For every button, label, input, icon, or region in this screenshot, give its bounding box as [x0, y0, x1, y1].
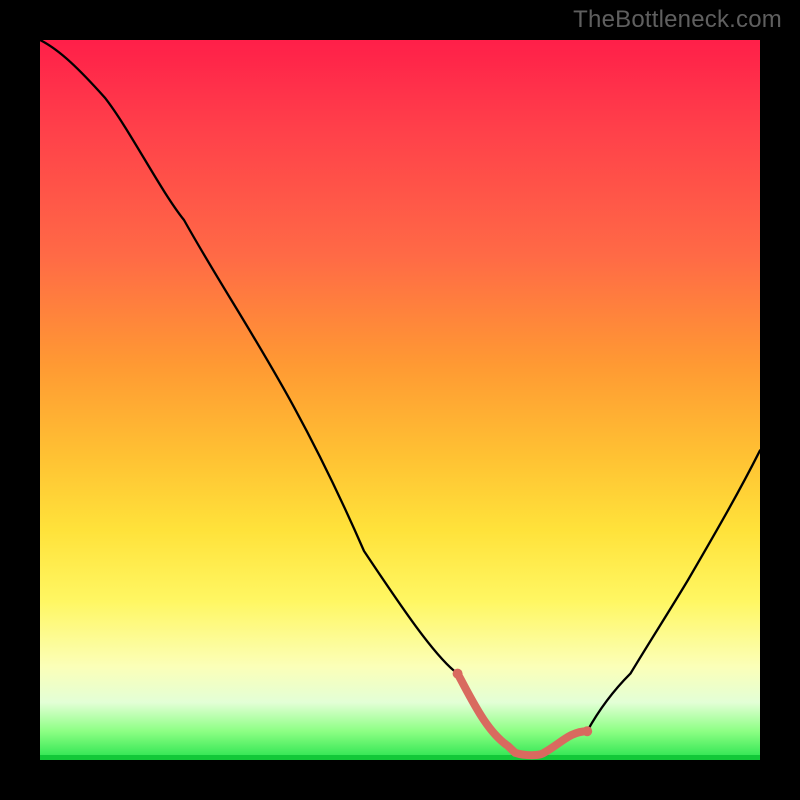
highlight-end-dot — [582, 726, 592, 736]
watermark-text: TheBottleneck.com — [573, 6, 782, 34]
curve-layer — [40, 40, 760, 760]
plot-area — [40, 40, 760, 760]
bottleneck-curve — [40, 40, 760, 755]
chart-frame: TheBottleneck.com — [0, 0, 800, 800]
minimum-highlight — [458, 674, 588, 756]
highlight-start-dot — [453, 669, 463, 679]
